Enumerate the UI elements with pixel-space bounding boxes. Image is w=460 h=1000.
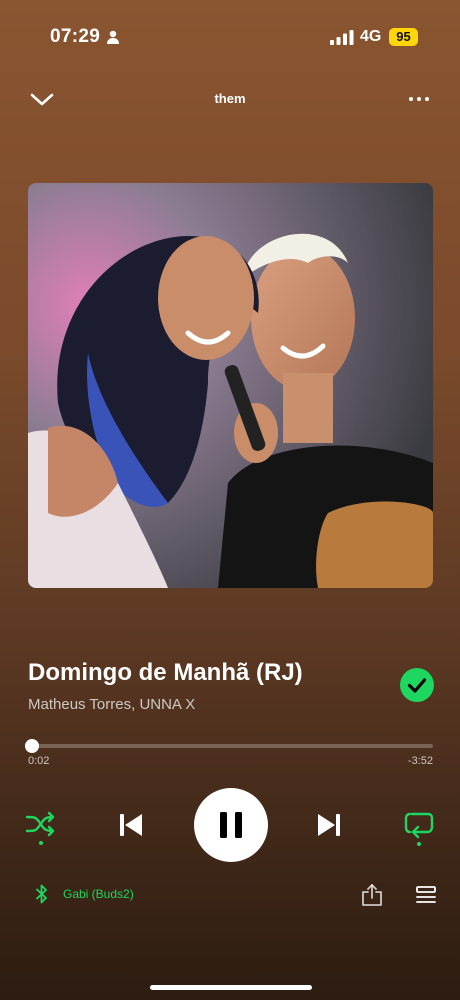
device-name: Gabi (Buds2) [63,887,134,901]
status-bar: 07:29 4G 95 [0,0,460,76]
bluetooth-icon [36,884,47,904]
previous-icon[interactable] [116,810,146,840]
progress-thumb[interactable] [24,739,39,753]
progress-bar[interactable] [24,739,433,753]
signal-icon [330,30,354,45]
album-art [28,183,433,588]
repeat-icon[interactable] [402,808,436,848]
next-icon[interactable] [314,810,344,840]
player-header: them [0,84,460,116]
person-icon [107,30,119,44]
connected-device[interactable]: Gabi (Buds2) [34,883,134,905]
pause-button[interactable] [194,788,268,862]
shuffle-icon[interactable] [24,808,58,848]
playlist-title: them [214,91,246,106]
track-artists[interactable]: Matheus Torres, UNNA X [28,696,195,713]
elapsed-time: 0:02 [28,755,50,767]
network-type: 4G [360,28,382,45]
remaining-time: -3:52 [407,755,433,767]
queue-icon[interactable] [415,885,437,905]
track-title: Domingo de Manhã (RJ) [28,659,303,686]
status-time: 07:29 [50,26,101,47]
pause-icon [220,812,242,838]
more-icon[interactable] [408,88,430,110]
album-art-image [28,183,433,588]
battery-indicator: 95 [389,28,418,46]
share-icon[interactable] [361,883,383,907]
liked-check-icon[interactable] [400,668,434,702]
home-indicator[interactable] [150,985,312,990]
